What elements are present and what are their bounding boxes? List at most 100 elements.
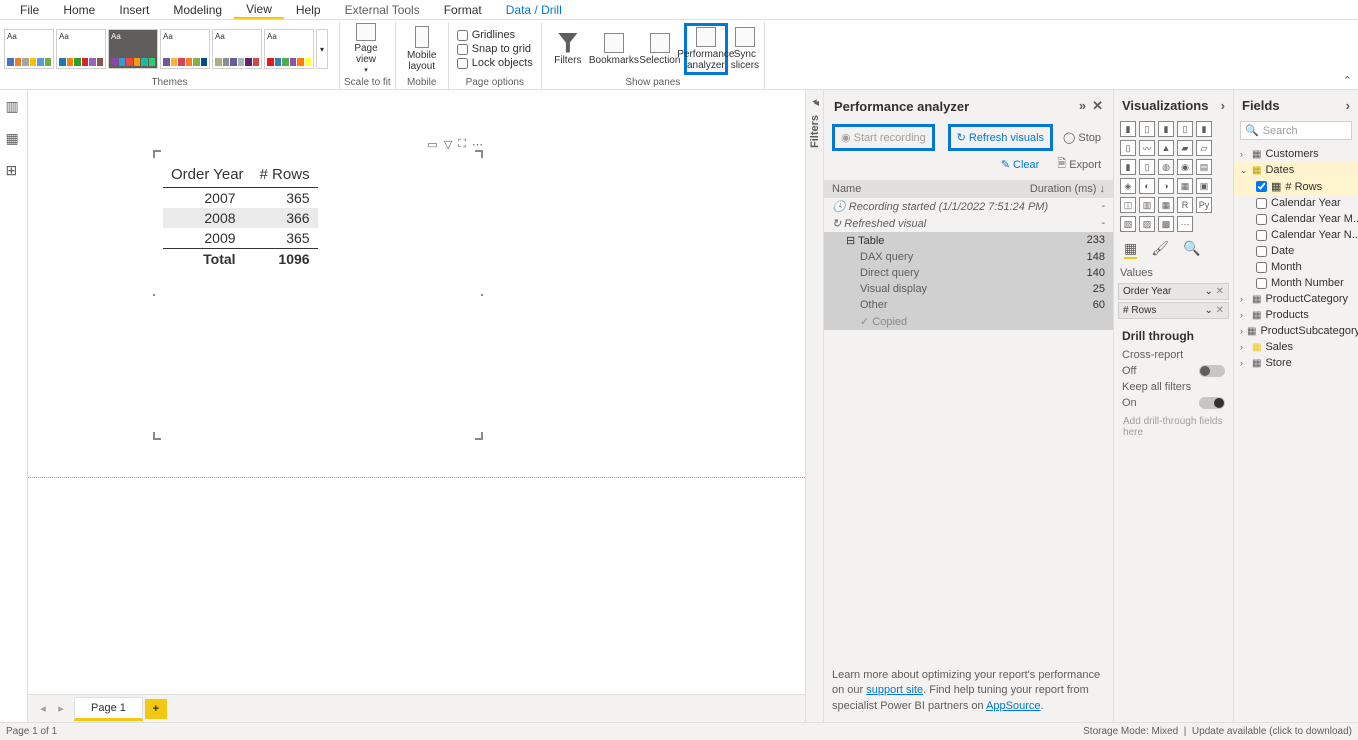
viz-type-icon[interactable]: ▩	[1158, 216, 1174, 232]
report-canvas[interactable]: ▭ ▽ ⛶ ⋯ Order Year # Rows 200	[28, 90, 805, 694]
resize-handle[interactable]	[475, 432, 483, 440]
viz-type-icon[interactable]: R	[1177, 197, 1193, 213]
filters-panel-collapsed[interactable]: ◂ Filters	[805, 90, 823, 722]
visual-filter-icon[interactable]: ▽	[444, 138, 452, 151]
model-view-icon[interactable]: ⊞	[6, 162, 22, 178]
menu-data-drill[interactable]: Data / Drill	[494, 0, 574, 19]
viz-type-icon[interactable]: ▮	[1120, 121, 1136, 137]
menu-format[interactable]: Format	[432, 0, 494, 19]
viz-type-icon[interactable]: Py	[1196, 197, 1212, 213]
table-visual[interactable]: ▭ ▽ ⛶ ⋯ Order Year # Rows 200	[153, 150, 483, 440]
viz-type-icon[interactable]: ▮	[1120, 159, 1136, 175]
data-view-icon[interactable]: ▦	[6, 130, 22, 146]
viz-type-icon[interactable]: ◉	[1177, 159, 1193, 175]
viz-type-icon[interactable]: ▲	[1158, 140, 1174, 156]
menu-home[interactable]: Home	[51, 0, 107, 19]
theme-thumb-3[interactable]: Aa	[108, 29, 158, 69]
remove-field-icon[interactable]: ✕	[1216, 305, 1224, 316]
refresh-visuals-button[interactable]: ↻ Refresh visuals	[948, 124, 1053, 151]
viz-type-icon[interactable]: ◫	[1120, 197, 1136, 213]
keep-filters-toggle[interactable]	[1199, 397, 1225, 409]
viz-type-icon[interactable]: ▦	[1177, 178, 1193, 194]
remove-field-icon[interactable]: ✕	[1216, 286, 1224, 297]
field-month[interactable]: Month	[1234, 259, 1358, 275]
field-date[interactable]: Date	[1234, 243, 1358, 259]
gridlines-checkbox[interactable]: Gridlines	[457, 29, 533, 41]
viz-type-icon[interactable]: ▨	[1139, 216, 1155, 232]
table-product-category[interactable]: ›▦ProductCategory	[1234, 291, 1358, 307]
viz-type-icon[interactable]: ◐	[1139, 178, 1155, 194]
viz-type-icon[interactable]: ▤	[1196, 159, 1212, 175]
appsource-link[interactable]: AppSource	[986, 700, 1040, 712]
viz-type-icon[interactable]: ▮	[1158, 121, 1174, 137]
bookmarks-pane-button[interactable]: Bookmarks	[592, 23, 636, 75]
field-rows[interactable]: ▦# Rows	[1234, 178, 1358, 195]
viz-type-icon[interactable]: ▯	[1120, 140, 1136, 156]
drill-through-drop[interactable]: Add drill-through fields here	[1118, 411, 1229, 443]
viz-type-icon[interactable]: ▱	[1196, 140, 1212, 156]
theme-thumb-6[interactable]: Aa	[264, 29, 314, 69]
page-next[interactable]: ▸	[52, 702, 70, 715]
field-calendar-year-m[interactable]: Calendar Year M...	[1234, 211, 1358, 227]
menu-help[interactable]: Help	[284, 0, 333, 19]
report-view-icon[interactable]: ▥	[6, 98, 22, 114]
theme-thumb-4[interactable]: Aa	[160, 29, 210, 69]
menu-view[interactable]: View	[234, 0, 284, 19]
themes-more[interactable]: ▾	[316, 29, 328, 69]
viz-panel-chevron-icon[interactable]: ›	[1221, 98, 1225, 113]
page-prev[interactable]: ◂	[34, 702, 52, 715]
field-well-rows[interactable]: # Rows⌄ ✕	[1118, 302, 1229, 319]
viz-type-icon[interactable]: ◍	[1158, 159, 1174, 175]
ribbon-collapse[interactable]: ⌃	[1337, 72, 1358, 89]
visual-focus-icon[interactable]: ⛶	[458, 138, 466, 151]
field-well-order-year[interactable]: Order Year⌄ ✕	[1118, 283, 1229, 300]
viz-type-icon[interactable]: ◈	[1120, 178, 1136, 194]
table-products[interactable]: ›▦Products	[1234, 307, 1358, 323]
viz-type-icon[interactable]: ▥	[1139, 197, 1155, 213]
lock-objects-checkbox[interactable]: Lock objects	[457, 57, 533, 69]
support-site-link[interactable]: support site	[866, 684, 923, 696]
viz-type-icon[interactable]: ▮	[1196, 121, 1212, 137]
field-month-number[interactable]: Month Number	[1234, 275, 1358, 291]
page-tab-1[interactable]: Page 1	[74, 697, 143, 721]
resize-handle[interactable]	[475, 294, 483, 296]
field-calendar-year[interactable]: Calendar Year	[1234, 195, 1358, 211]
resize-handle[interactable]	[153, 432, 161, 440]
field-calendar-year-n[interactable]: Calendar Year N...	[1234, 227, 1358, 243]
viz-type-icon[interactable]: ◑	[1158, 178, 1174, 194]
table-customers[interactable]: ›▦Customers	[1234, 146, 1358, 162]
perf-panel-expand-icon[interactable]: »	[1079, 98, 1086, 114]
table-dates[interactable]: ⌄▦Dates	[1234, 162, 1358, 178]
cross-report-toggle[interactable]	[1199, 365, 1225, 377]
viz-type-icon[interactable]: 〰	[1139, 140, 1155, 156]
fields-tab-icon[interactable]: ▦	[1124, 240, 1137, 259]
resize-handle[interactable]	[153, 150, 161, 158]
perf-row-copied[interactable]: ✓ Copied	[824, 313, 1113, 330]
collapse-perf-panel[interactable]: ◂	[814, 98, 819, 109]
visual-drill-icon[interactable]: ▭	[427, 138, 437, 151]
menu-external-tools[interactable]: External Tools	[333, 0, 432, 19]
status-update-link[interactable]: Update available (click to download)	[1192, 726, 1352, 737]
table-product-subcategory[interactable]: ›▦ProductSubcategory	[1234, 323, 1358, 339]
start-recording-button[interactable]: ◉ Start recording	[832, 124, 935, 151]
add-page-button[interactable]: +	[145, 699, 167, 719]
viz-type-icon[interactable]: ⋯	[1177, 216, 1193, 232]
snap-to-grid-checkbox[interactable]: Snap to grid	[457, 43, 533, 55]
perf-row-table[interactable]: ⊟ Table233	[824, 232, 1113, 249]
theme-thumb-1[interactable]: Aa	[4, 29, 54, 69]
filters-pane-button[interactable]: Filters	[546, 23, 590, 75]
menu-file[interactable]: File	[8, 0, 51, 19]
viz-type-icon[interactable]: ▦	[1158, 197, 1174, 213]
viz-type-icon[interactable]: ▯	[1177, 121, 1193, 137]
mobile-layout-button[interactable]: Mobile layout	[400, 23, 444, 75]
perf-panel-close-icon[interactable]: ✕	[1092, 98, 1103, 114]
clear-button[interactable]: ✎ Clear	[997, 153, 1044, 176]
resize-handle[interactable]	[475, 150, 483, 158]
table-sales[interactable]: ›▦Sales	[1234, 339, 1358, 355]
fields-panel-chevron-icon[interactable]: ›	[1346, 98, 1350, 113]
theme-thumb-2[interactable]: Aa	[56, 29, 106, 69]
menu-modeling[interactable]: Modeling	[161, 0, 234, 19]
analytics-tab-icon[interactable]: 🔍	[1183, 240, 1200, 259]
viz-type-icon[interactable]: ▣	[1196, 178, 1212, 194]
viz-type-icon[interactable]: ▧	[1120, 216, 1136, 232]
